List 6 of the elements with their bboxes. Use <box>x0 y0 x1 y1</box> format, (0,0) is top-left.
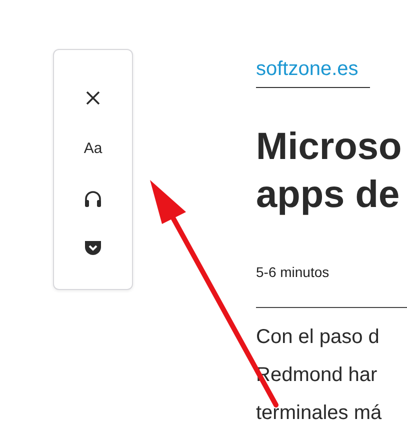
reading-time: 5-6 minutos <box>256 264 330 280</box>
pocket-icon <box>84 240 102 256</box>
close-icon <box>86 91 100 105</box>
type-controls-button[interactable]: Aa <box>79 136 107 160</box>
headphones-icon <box>84 190 102 206</box>
article-title: Microso apps de <box>256 125 403 218</box>
